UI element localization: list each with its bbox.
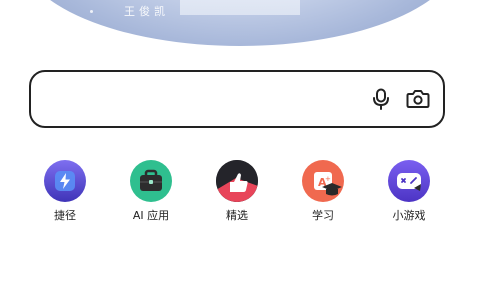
quick-entry-label: 捷径 [54,209,76,222]
banner-figure [180,0,300,15]
quick-entry-study[interactable]: A + 学习 [288,160,358,228]
home-page: 王俊凯 捷径 AI 应用 精选 A + 学习 小游戏 [0,0,480,300]
quick-entry-label: 小游戏 [392,209,426,222]
quick-entry-label: 精选 [226,209,248,222]
quick-entry-label: 学习 [312,209,334,222]
quick-entry-label: AI 应用 [132,209,170,222]
quick-entry-featured[interactable]: 精选 [202,160,272,228]
mic-icon [373,88,389,110]
search-input[interactable] [45,82,359,118]
image-search-button[interactable] [405,86,431,112]
camera-icon [406,90,430,108]
search-box[interactable] [29,70,445,128]
quick-entry-mini-games[interactable]: 小游戏 [374,160,444,228]
voice-search-button[interactable] [368,86,394,112]
study-icon: A + [302,160,344,202]
banner-caption: 王俊凯 [124,5,169,18]
quick-entry-ai-apps[interactable]: AI 应用 [116,160,186,228]
blank-area [0,240,480,300]
quick-entry-row: 捷径 AI 应用 精选 A + 学习 小游戏 [0,160,480,230]
svg-text:+: + [325,175,331,183]
quick-entry-shortcut[interactable]: 捷径 [30,160,100,228]
sparkle-decoration [90,10,93,13]
briefcase-icon [130,160,172,202]
gamepad-icon [388,160,430,202]
top-banner-image[interactable]: 王俊凯 [20,0,460,46]
lightning-icon [44,160,86,202]
thumbs-up-icon [216,160,258,202]
